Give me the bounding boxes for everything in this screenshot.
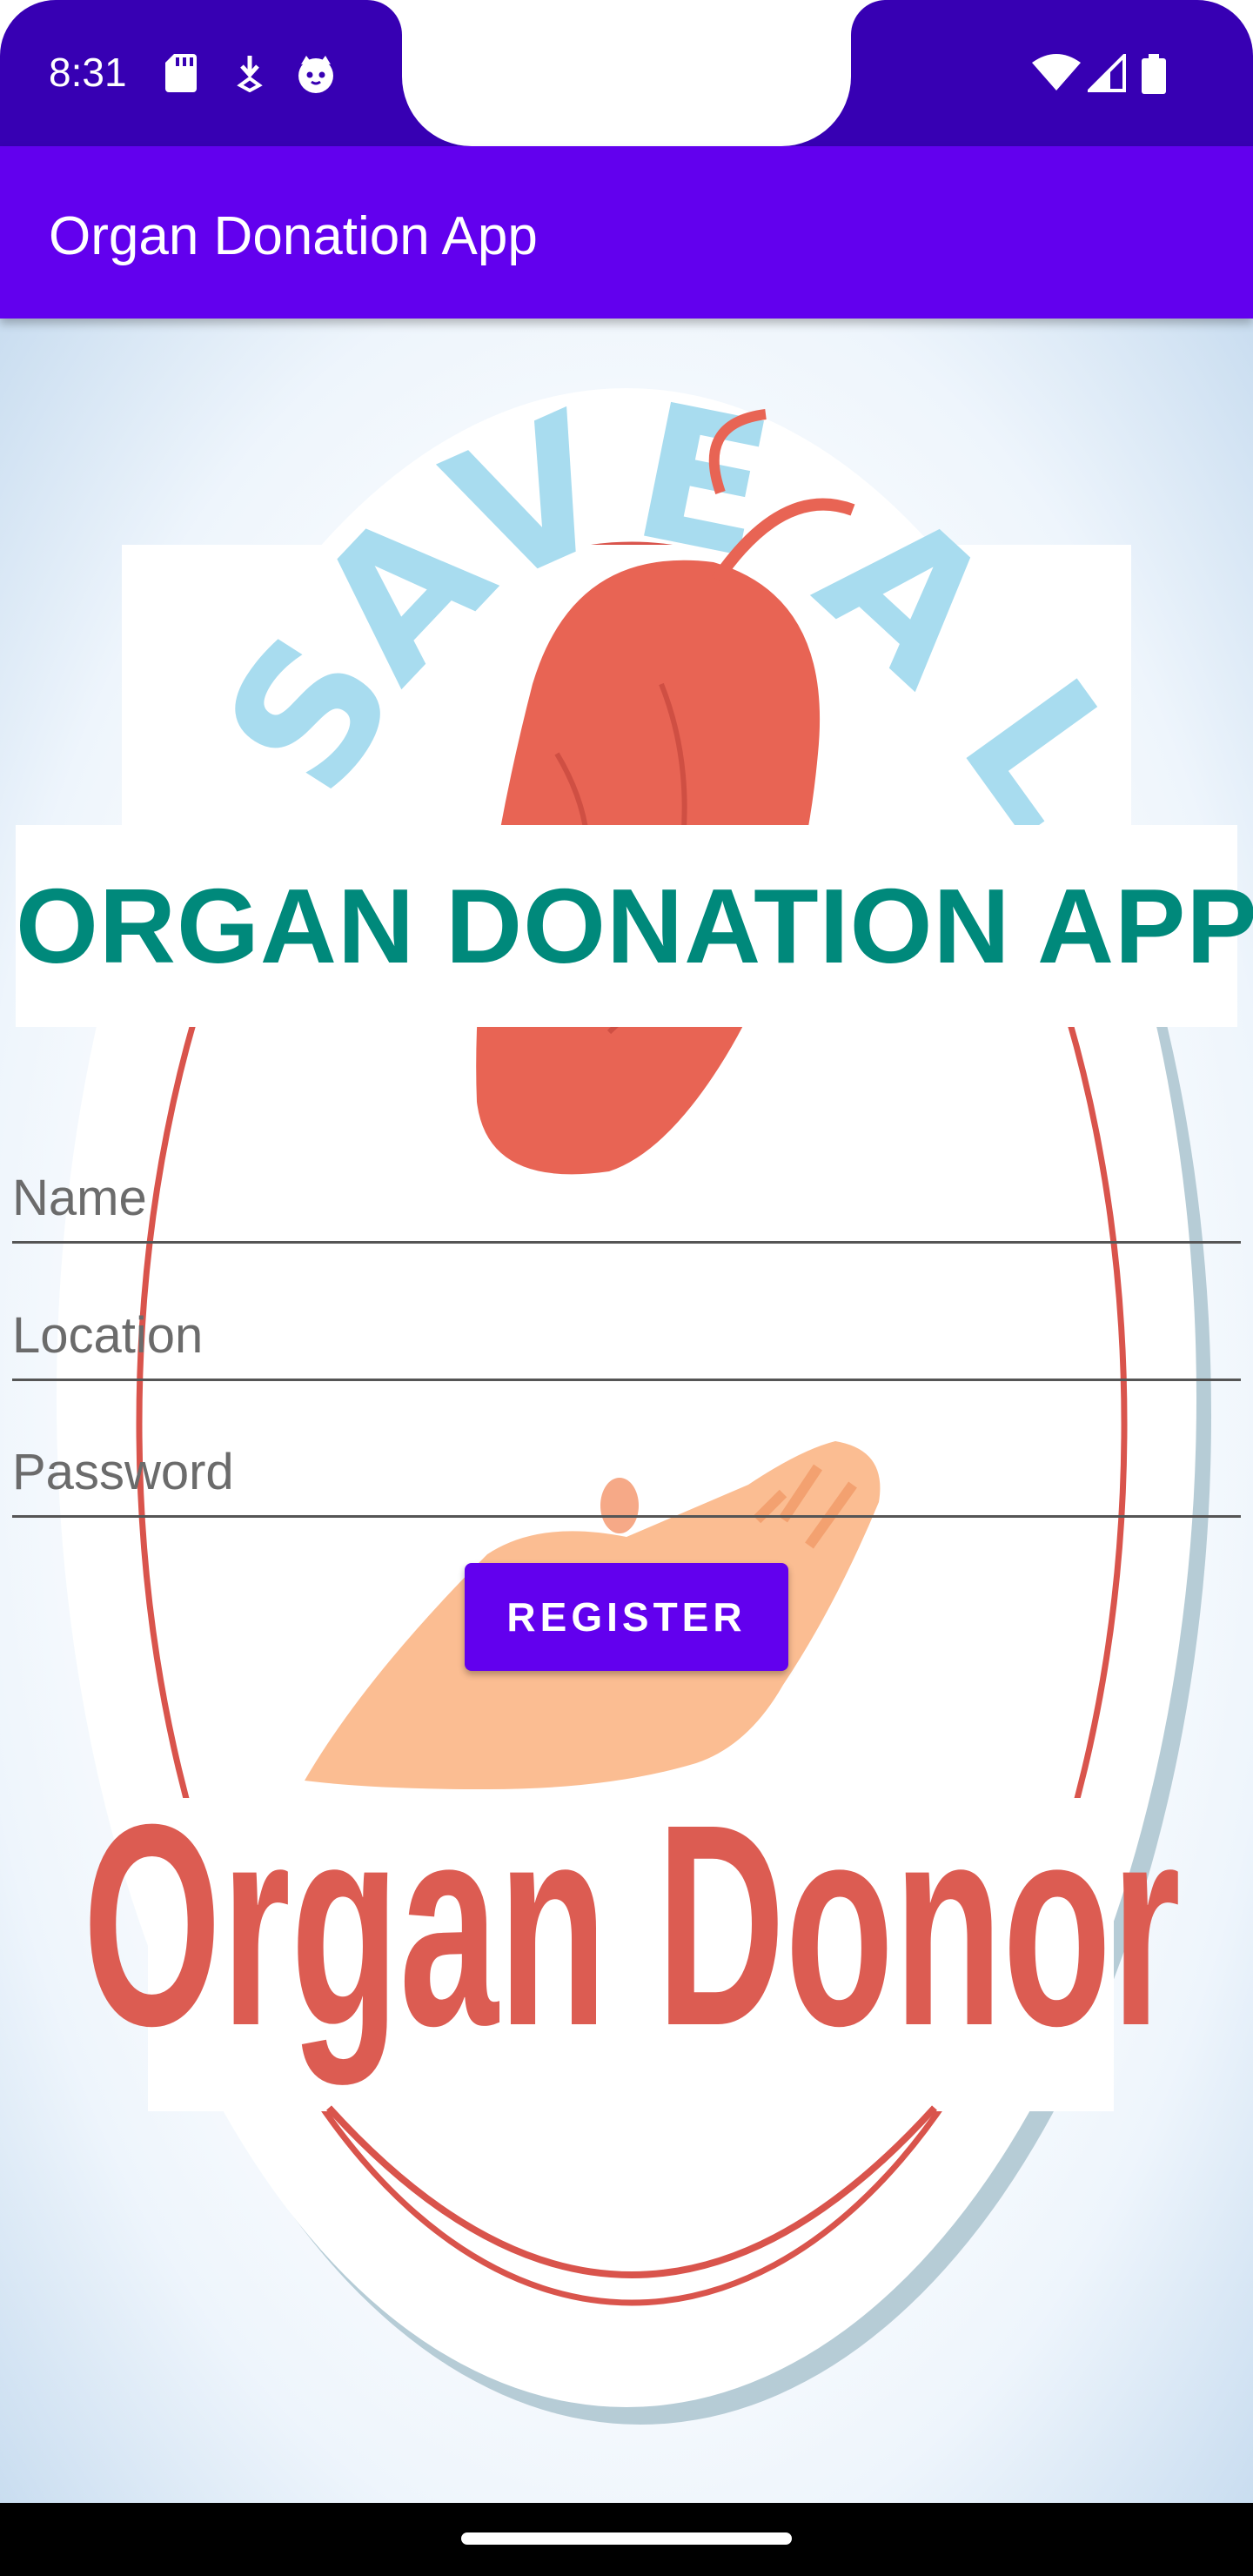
password-input[interactable]: [12, 1437, 1230, 1506]
navigation-bar: [0, 2503, 1253, 2576]
wifi-icon: [1032, 54, 1081, 91]
organ-donor-background-image: SAVE A LIFE Organ Donor: [0, 319, 1211, 2425]
name-field[interactable]: [12, 1145, 1241, 1244]
status-bar: 8:31: [0, 0, 1253, 146]
name-input[interactable]: [12, 1163, 1230, 1232]
app-bar: Organ Donation App: [0, 146, 1253, 319]
headline-banner: ORGAN DONATION APP: [16, 825, 1253, 1027]
page-title: ORGAN DONATION APP: [16, 867, 1253, 985]
home-indicator[interactable]: [461, 2532, 792, 2545]
main-content: SAVE A LIFE Organ Donor ORGAN DONATION A…: [0, 319, 1253, 2503]
location-field[interactable]: [12, 1283, 1241, 1381]
screen: 8:31 Organ Donation App SAVE A L Organ D…: [0, 0, 1253, 2576]
status-time: 8:31: [49, 50, 127, 95]
organ-donor-logo-text: Organ Donor: [83, 1765, 1181, 2087]
download-icon: [237, 56, 263, 92]
signal-icon: [1088, 54, 1126, 92]
register-button[interactable]: REGISTER: [465, 1563, 788, 1671]
cat-face-icon: [298, 56, 333, 93]
app-bar-title: Organ Donation App: [49, 206, 538, 266]
sd-card-icon: [165, 54, 197, 92]
location-input[interactable]: [12, 1300, 1230, 1370]
battery-icon: [1142, 54, 1166, 94]
camera-notch: [402, 0, 851, 146]
password-field[interactable]: [12, 1419, 1241, 1518]
